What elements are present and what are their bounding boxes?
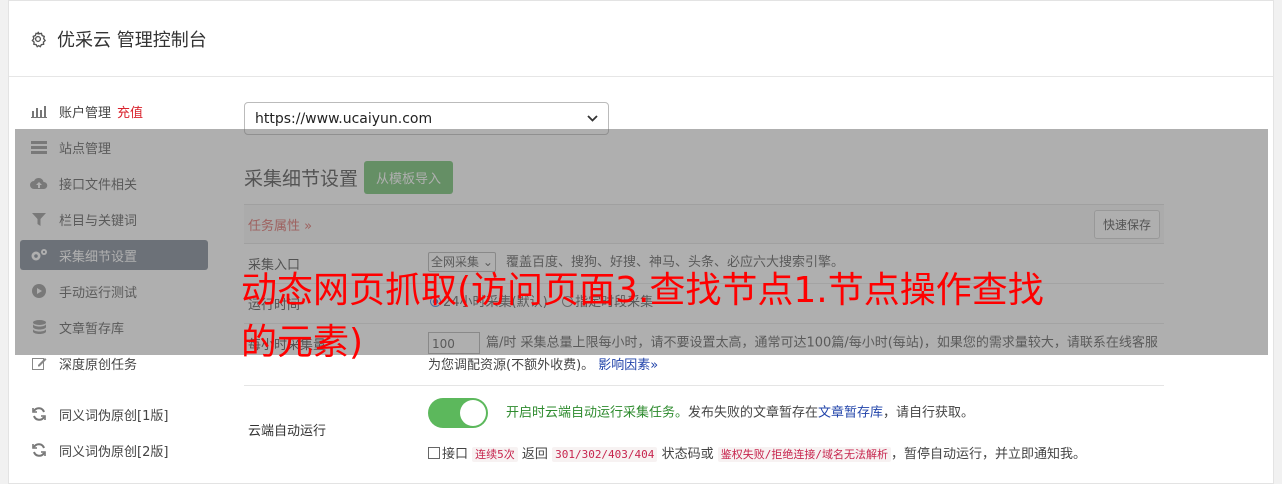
chevron-down-icon (587, 115, 598, 122)
site-select-value: https://www.ucaiyun.com (255, 110, 433, 127)
task-attr-toggle[interactable]: 任务属性 » (248, 215, 312, 234)
sidebar-item-manual-run[interactable]: 手动运行测试 (20, 276, 208, 306)
section-title: 采集细节设置 (244, 168, 359, 190)
bar-chart-icon (30, 104, 48, 118)
sidebar-item-label: 接口文件相关 (59, 177, 138, 193)
database-icon (30, 320, 48, 334)
sidebar-item-label: 手动运行测试 (59, 285, 138, 301)
site-select[interactable]: https://www.ucaiyun.com (244, 102, 609, 135)
sidebar: 账户管理 充值 站点管理 接口文件相关 栏目与关键词 采集细节设置 手动运行测试… (20, 96, 208, 471)
sidebar-item-label: 深度原创任务 (59, 357, 138, 373)
main-content: https://www.ucaiyun.com 采集细节设置 从模板导入 任务属… (244, 102, 1164, 474)
sidebar-item-synonym-v2[interactable]: 同义词伪原创[2版] (20, 435, 208, 465)
sidebar-item-label: 文章暂存库 (59, 321, 125, 337)
quick-save-button[interactable]: 快速保存 (1093, 209, 1160, 239)
collect-desc: 篇/时 采集总量上限每小时，请不要设置太高，通常可达100篇/每小时(每站)，如… (428, 335, 1158, 373)
notify-text: 返回 (521, 446, 548, 462)
play-icon (30, 284, 48, 298)
sidebar-item-label: 同义词伪原创[1版] (59, 408, 169, 424)
row-label: 运行时间 (248, 298, 301, 313)
row-label: 每小时采集量 (248, 338, 327, 353)
task-attr-bar: 任务属性 » 快速保存 (244, 204, 1164, 244)
row-entry: 采集入口 全网采集 ⌄ 覆盖百度、搜狗、好搜、神马、头条、必应六大搜索引擎。 (244, 244, 1164, 284)
row-collect-amount: 每小时采集量 100 篇/时 采集总量上限每小时，请不要设置太高，通常可达100篇… (244, 324, 1164, 386)
sidebar-item-account[interactable]: 账户管理 充值 (20, 96, 208, 126)
gears-icon (30, 248, 48, 262)
notify-checkbox[interactable] (428, 446, 440, 459)
sidebar-item-collect-settings[interactable]: 采集细节设置 (20, 240, 208, 270)
impact-factors-link[interactable]: 影响因素» (598, 358, 658, 373)
sidebar-item-label: 账户管理 (59, 105, 112, 121)
code-errors: 鉴权失败/拒绝连接/域名无法解析 (717, 446, 891, 462)
sidebar-item-interface-files[interactable]: 接口文件相关 (20, 168, 208, 198)
collect-amount-input[interactable]: 100 (428, 332, 480, 354)
import-template-button[interactable]: 从模板导入 (364, 161, 454, 194)
sidebar-item-label: 同义词伪原创[2版] (59, 444, 169, 460)
row-cloud-run: 云端自动运行 开启时云端自动运行采集任务。发布失败的文章暂存在文章暂存库，请自行… (244, 386, 1164, 474)
entry-desc: 覆盖百度、搜狗、好搜、神马、头条、必应六大搜索引擎。 (506, 255, 845, 270)
filter-icon (30, 212, 48, 226)
sidebar-item-label: 采集细节设置 (59, 249, 138, 265)
row-label: 云端自动运行 (248, 423, 327, 439)
radio-period-label: 指定时段采集 (575, 295, 654, 310)
page-title: 优采云 管理控制台 (57, 29, 207, 51)
code-status: 301/302/403/404 (552, 446, 658, 462)
notify-text: ，暂停自动运行，并立即通知我。 (890, 446, 1086, 462)
edit-icon (30, 356, 48, 370)
notify-text: 状态码或 (661, 446, 714, 462)
refresh-icon (30, 407, 48, 421)
recharge-link[interactable]: 充值 (117, 102, 143, 121)
radio-24h-label: 24小时采集(默认) (443, 295, 548, 310)
cloud-desc: 发布失败的文章暂存在 (688, 405, 819, 420)
cloud-desc-tail: ，请自行获取。 (883, 405, 975, 420)
sidebar-item-synonym-v1[interactable]: 同义词伪原创[1版] (20, 399, 208, 429)
cloud-run-toggle[interactable] (428, 397, 488, 428)
radio-period[interactable] (562, 296, 574, 307)
entry-select[interactable]: 全网采集 ⌄ (428, 252, 496, 272)
notify-text: 接口 (442, 446, 469, 462)
sidebar-item-label: 栏目与关键词 (59, 213, 138, 229)
cloud-upload-icon (30, 176, 48, 190)
sidebar-item-columns-keywords[interactable]: 栏目与关键词 (20, 204, 208, 234)
double-chevron-icon: » (304, 218, 313, 234)
console-header: 优采云 管理控制台 (9, 1, 1273, 77)
refresh-icon (30, 443, 48, 457)
cloud-status-text: 开启时云端自动运行采集任务。 (506, 405, 689, 420)
gear-icon (31, 31, 47, 48)
row-label: 采集入口 (248, 258, 301, 273)
article-store-link[interactable]: 文章暂存库 (818, 405, 883, 420)
sidebar-item-deep-original[interactable]: 深度原创任务 (20, 348, 208, 378)
section-header: 采集细节设置 从模板导入 (244, 161, 1164, 194)
server-icon (30, 140, 48, 154)
row-run-time: 运行时间 24小时采集(默认) 指定时段采集 (244, 284, 1164, 324)
sidebar-item-article-store[interactable]: 文章暂存库 (20, 312, 208, 342)
sidebar-item-sites[interactable]: 站点管理 (20, 132, 208, 162)
sidebar-item-label: 站点管理 (59, 141, 112, 157)
code-consecutive: 连续5次 (472, 446, 518, 462)
radio-24h[interactable] (430, 296, 441, 307)
